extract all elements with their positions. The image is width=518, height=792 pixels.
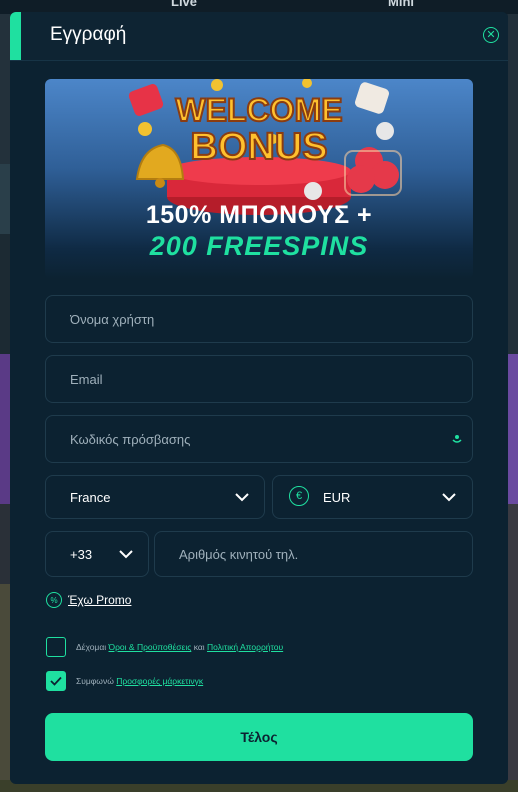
show-password-icon[interactable] (450, 431, 464, 445)
banner-headline-1: WELCOME (175, 92, 342, 128)
background-panel (0, 234, 10, 354)
registration-modal: Εγγραφή ✕ WELCOME BONUS 150% ΜΠΟΝΟΥΣ + 2… (10, 12, 508, 784)
banner-offer-line-2: 200 FREESPINS (149, 231, 369, 261)
phone-number-field[interactable] (154, 531, 473, 577)
terms-text: Δέχομαι Όροι & Προϋποθέσεις και Πολιτική… (76, 642, 283, 652)
country-select[interactable]: France (45, 475, 265, 519)
username-field[interactable] (45, 295, 473, 343)
currency-select[interactable]: € EUR (272, 475, 473, 519)
checkmark-icon (50, 676, 62, 686)
chevron-down-icon (235, 493, 249, 502)
background-panel (0, 354, 10, 504)
modal-title: Εγγραφή (50, 24, 127, 45)
marketing-checkbox[interactable] (46, 671, 66, 691)
chevron-down-icon (119, 550, 133, 559)
terms-middle: και (193, 642, 205, 652)
euro-icon: € (289, 486, 309, 506)
email-field[interactable] (45, 355, 473, 403)
background-panel (508, 504, 518, 784)
close-button[interactable]: ✕ (483, 27, 499, 43)
welcome-bonus-banner: WELCOME BONUS 150% ΜΠΟΝΟΥΣ + 200 FREESPI… (45, 79, 473, 279)
phone-code-value: +33 (70, 546, 93, 562)
terms-checkbox[interactable] (46, 637, 66, 657)
percent-icon: % (46, 592, 62, 608)
promo-label: Έχω Promo (68, 593, 132, 607)
background-nav-live: Live (171, 0, 198, 9)
background-panel (508, 14, 518, 354)
background-panel (0, 584, 10, 784)
terms-prefix: Δέχομαι (76, 642, 107, 652)
marketing-link[interactable]: Προσφορές μάρκετινγκ (116, 676, 203, 686)
banner-offer-line-1: 150% ΜΠΟΝΟΥΣ + (145, 201, 373, 229)
background-nav-mini: Mini (388, 0, 414, 9)
password-field[interactable] (45, 415, 473, 463)
country-value: France (70, 489, 111, 505)
background-panel (508, 354, 518, 504)
currency-value: EUR (323, 489, 351, 505)
submit-button[interactable]: Τέλος (45, 713, 473, 761)
background-panel (0, 14, 10, 164)
marketing-text: Συμφωνώ Προσφορές μάρκετινγκ (76, 676, 203, 686)
chevron-down-icon (442, 493, 456, 502)
background-panel (0, 164, 10, 234)
phone-code-select[interactable]: +33 (45, 531, 149, 577)
phone-number-input[interactable] (179, 532, 433, 576)
promo-toggle[interactable]: % Έχω Promo (46, 592, 131, 608)
close-icon: ✕ (486, 28, 496, 41)
password-input[interactable] (70, 416, 411, 462)
marketing-row: Συμφωνώ Προσφορές μάρκετινγκ (46, 671, 203, 691)
terms-row: Δέχομαι Όροι & Προϋποθέσεις και Πολιτική… (46, 637, 283, 657)
email-input[interactable] (70, 356, 411, 402)
background-panel (0, 504, 10, 584)
username-input[interactable] (70, 296, 411, 342)
modal-header: Εγγραφή ✕ (10, 12, 508, 61)
terms-link[interactable]: Όροι & Προϋποθέσεις (109, 642, 192, 652)
marketing-prefix: Συμφωνώ (76, 676, 114, 686)
banner-headline-2: BONUS (190, 126, 327, 168)
header-accent-bar (10, 12, 21, 60)
privacy-link[interactable]: Πολιτική Απορρήτου (207, 642, 283, 652)
